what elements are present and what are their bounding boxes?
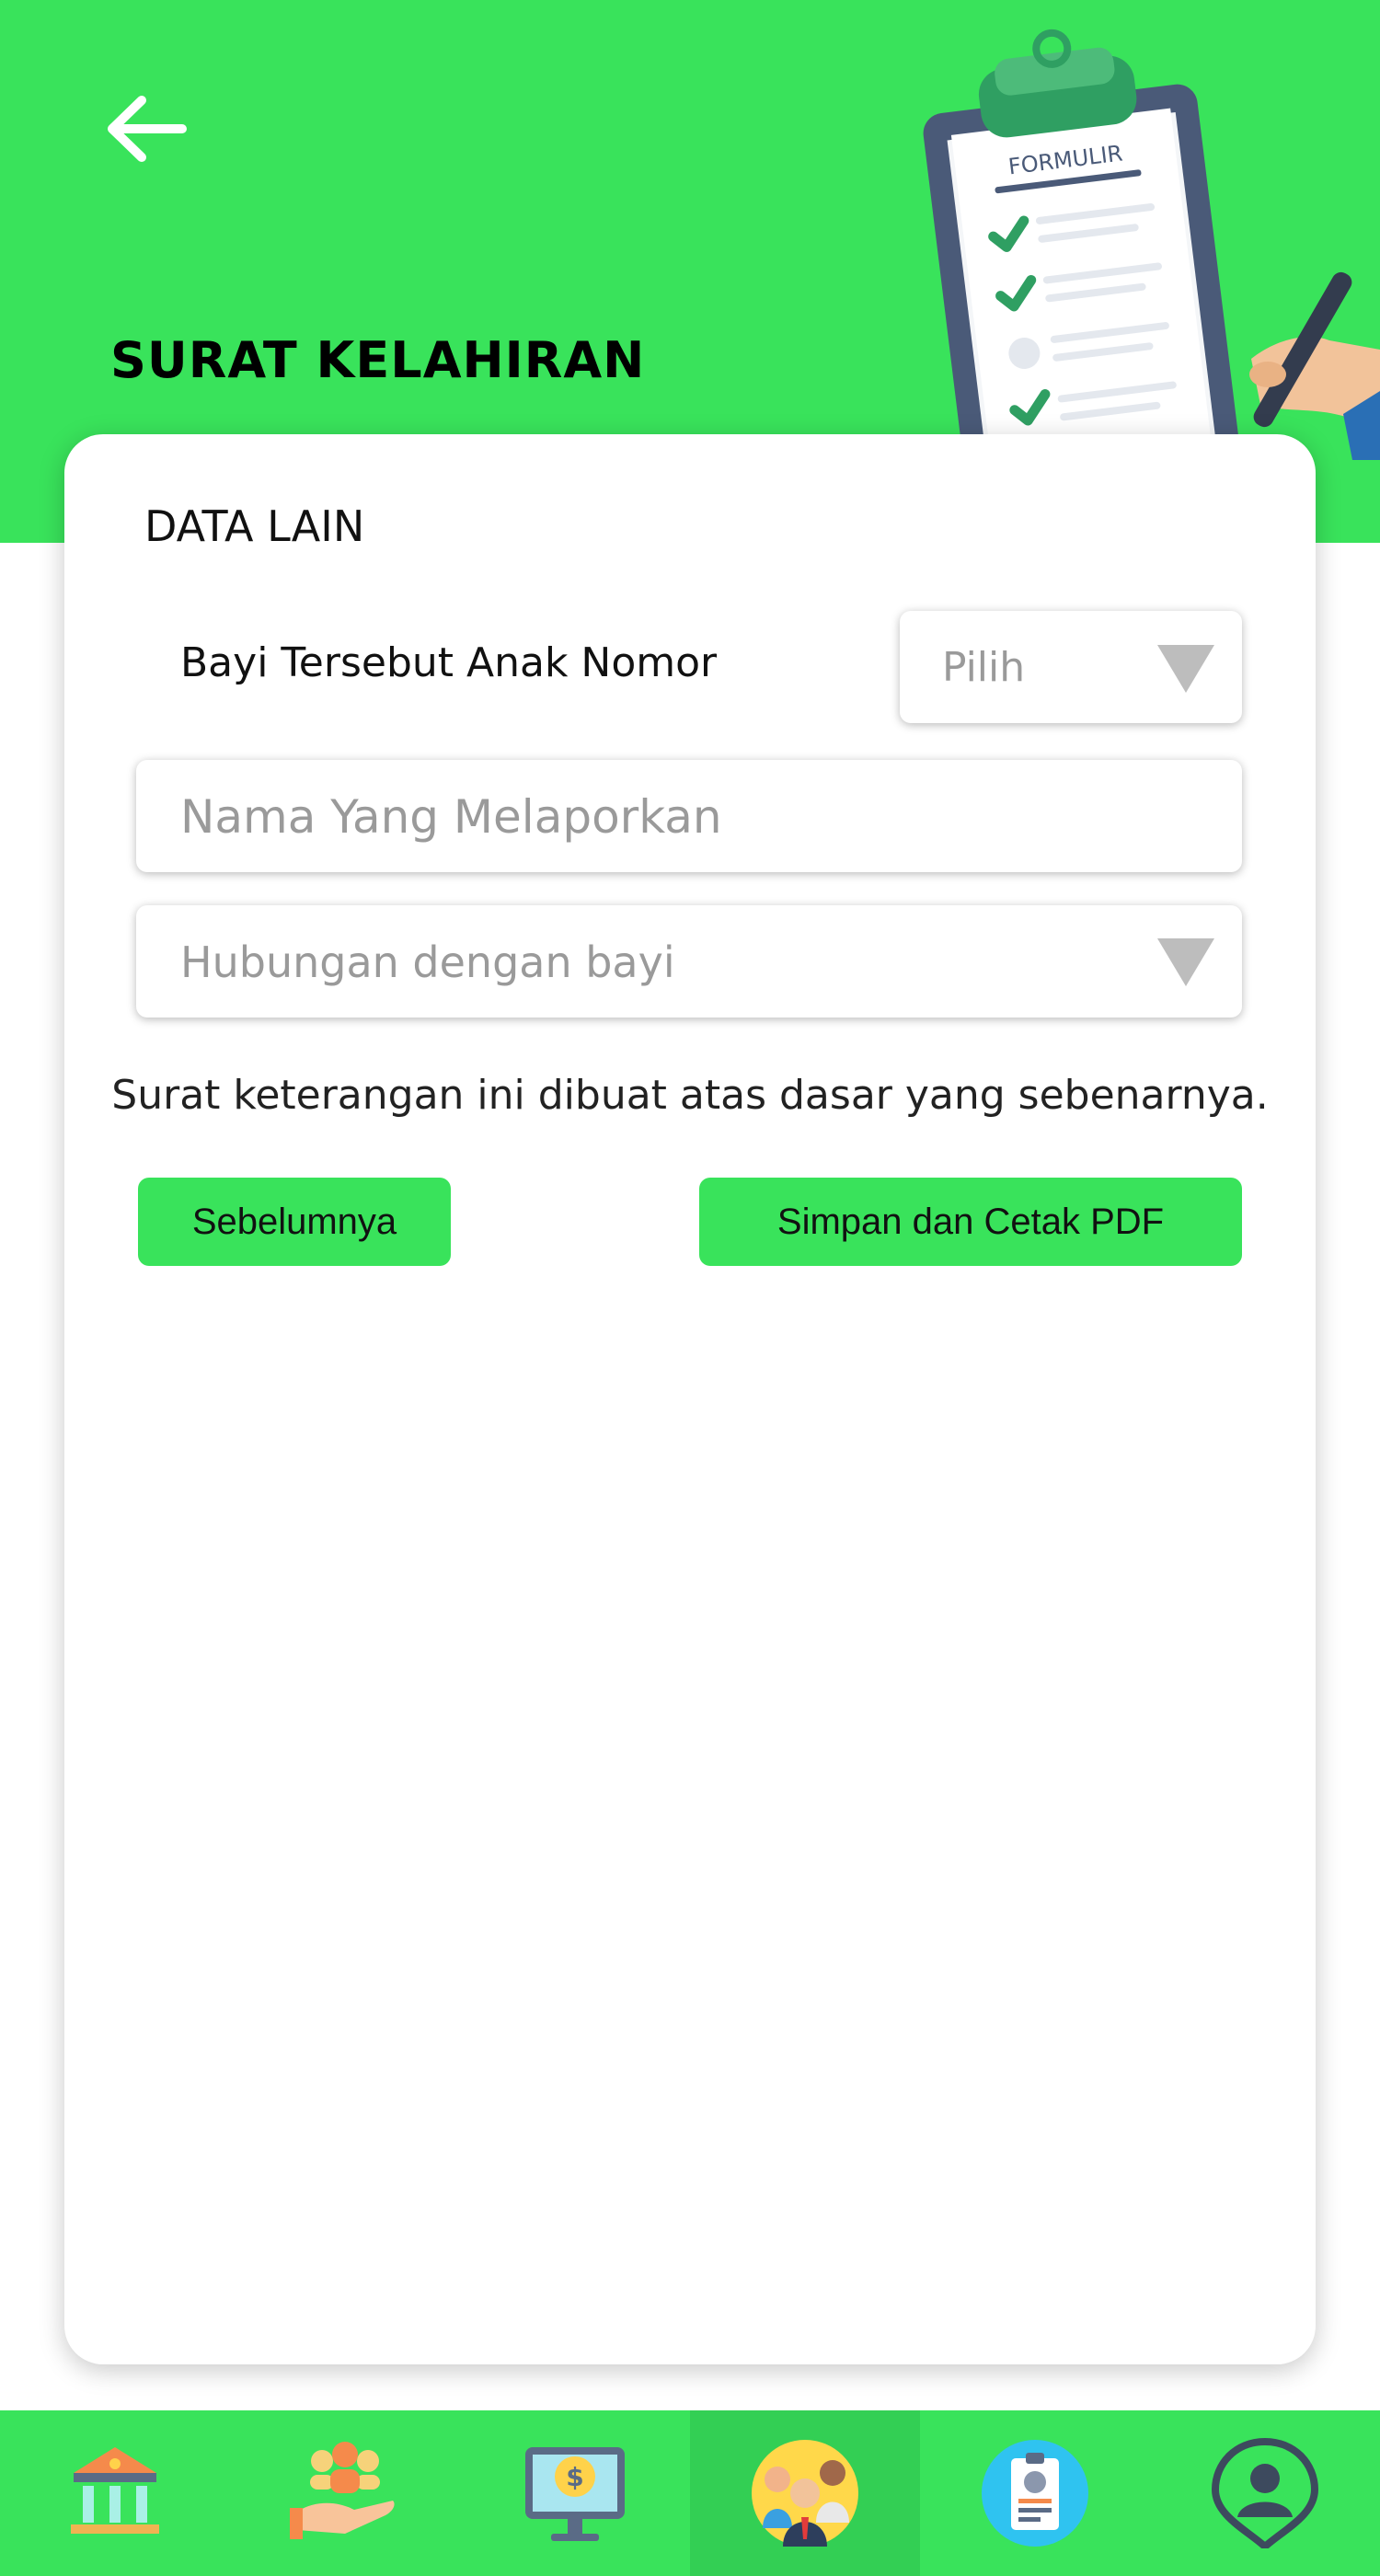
reporter-name-input[interactable]: Nama Yang Melaporkan xyxy=(136,760,1242,872)
child-number-placeholder: Pilih xyxy=(942,644,1026,691)
community-hand-icon xyxy=(290,2442,395,2539)
svg-text:$: $ xyxy=(566,2462,583,2492)
child-number-select[interactable]: Pilih xyxy=(900,611,1242,723)
government-building-icon xyxy=(71,2447,159,2534)
previous-button[interactable]: Sebelumnya xyxy=(138,1178,451,1266)
id-card-icon xyxy=(982,2440,1088,2547)
back-button[interactable] xyxy=(101,87,193,170)
finance-monitor-icon: $ xyxy=(525,2447,625,2541)
nav-item-id-card[interactable] xyxy=(920,2410,1150,2576)
page-title: SURAT KELAHIRAN xyxy=(110,331,646,389)
nav-item-government[interactable] xyxy=(0,2410,230,2576)
chevron-down-icon xyxy=(1157,645,1214,693)
nav-item-people[interactable] xyxy=(690,2410,920,2576)
relationship-select[interactable]: Hubungan dengan bayi xyxy=(136,905,1242,1018)
section-title: DATA LAIN xyxy=(144,501,365,551)
chevron-down-icon xyxy=(1157,938,1214,986)
save-print-pdf-button[interactable]: Simpan dan Cetak PDF xyxy=(699,1178,1242,1266)
bottom-nav: $ xyxy=(0,2410,1380,2576)
statement-text: Surat keterangan ini dibuat atas dasar y… xyxy=(111,1072,1269,1119)
location-person-icon xyxy=(1211,2438,1319,2548)
nav-item-community[interactable] xyxy=(230,2410,460,2576)
arrow-left-icon xyxy=(108,96,187,162)
reporter-name-placeholder: Nama Yang Melaporkan xyxy=(180,790,722,844)
relationship-placeholder: Hubungan dengan bayi xyxy=(180,937,675,987)
nav-item-location[interactable] xyxy=(1150,2410,1380,2576)
form-card xyxy=(64,434,1316,2364)
clipboard-form-icon: FORMULIR xyxy=(911,28,1380,498)
child-number-label: Bayi Tersebut Anak Nomor xyxy=(180,639,718,686)
people-group-icon xyxy=(752,2440,858,2547)
nav-item-finance[interactable]: $ xyxy=(460,2410,690,2576)
